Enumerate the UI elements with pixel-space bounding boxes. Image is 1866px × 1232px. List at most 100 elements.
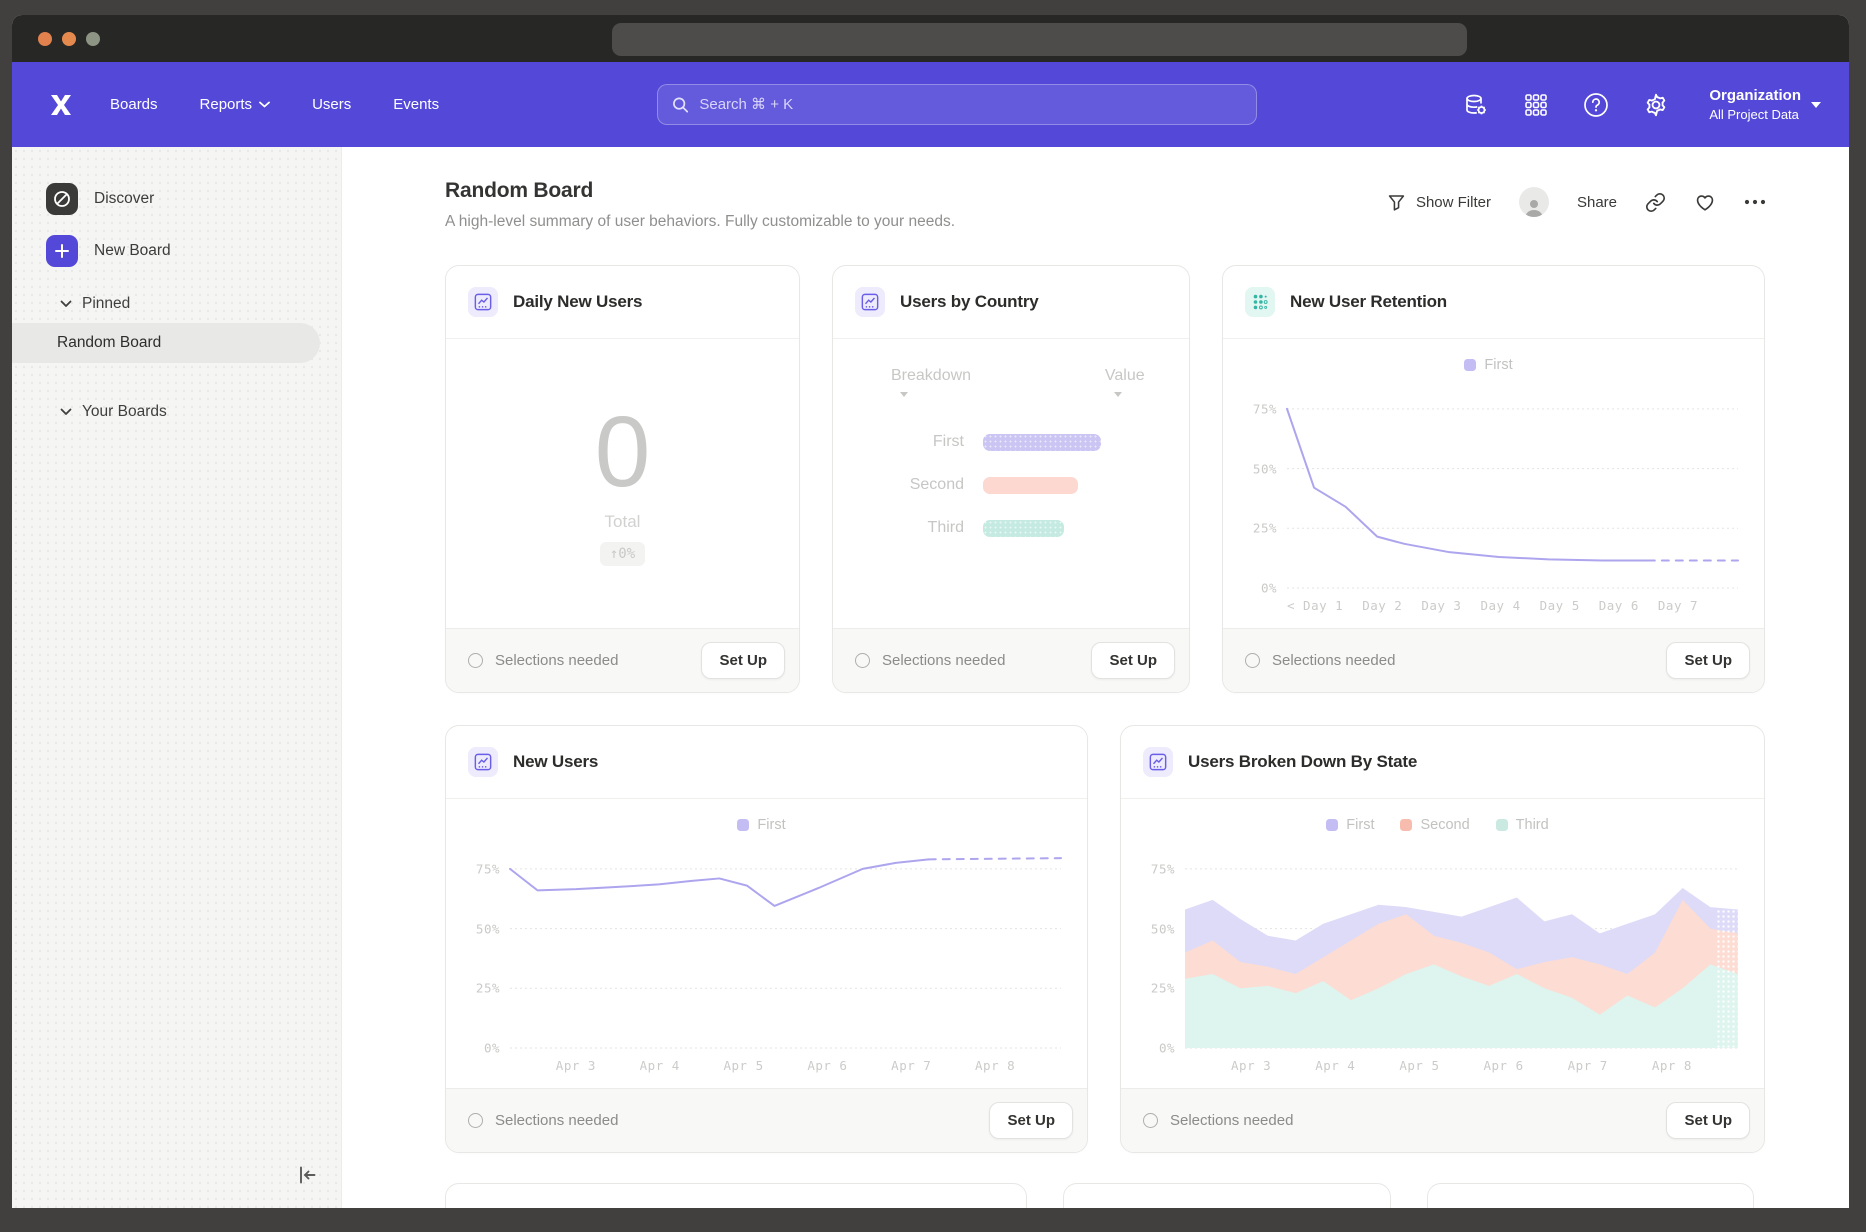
- set-up-button[interactable]: Set Up: [701, 642, 785, 679]
- settings-gear-icon[interactable]: [1643, 92, 1669, 118]
- y-tick-label: 25%: [1151, 981, 1175, 996]
- x-tick-label: Apr 8: [1630, 1058, 1714, 1073]
- legend-label: First: [1346, 817, 1374, 833]
- x-tick-label: Day 3: [1421, 598, 1461, 613]
- card-new-users: New Users First 75%50%25%0% Apr 3Apr 4Ap…: [445, 725, 1088, 1153]
- new-users-chart: First 75%50%25%0% Apr 3Apr 4Apr 5Apr 6Ap…: [446, 799, 1087, 1088]
- metric-label: Total: [605, 512, 641, 532]
- nav-item-boards[interactable]: Boards: [110, 96, 158, 113]
- chart-plot: [510, 845, 1061, 1048]
- card-title: New User Retention: [1290, 292, 1447, 312]
- card-users-by-state: Users Broken Down By State FirstSecondTh…: [1120, 725, 1765, 1153]
- board-main: Random Board A high-level summary of use…: [342, 147, 1849, 1208]
- search-bar[interactable]: [657, 84, 1257, 125]
- y-tick-label: 0%: [484, 1041, 500, 1056]
- legend-swatch: [1496, 819, 1508, 831]
- card-daily-new-users: Daily New Users 0 Total ↑0% Selections n…: [445, 265, 800, 693]
- address-bar[interactable]: [612, 23, 1467, 56]
- line-chart-icon: [1143, 747, 1173, 777]
- set-up-button[interactable]: Set Up: [1666, 1102, 1750, 1139]
- x-tick-label: Apr 5: [1377, 1058, 1461, 1073]
- card-new-user-retention: New User Retention First 75%50%25%0% < D…: [1222, 265, 1765, 693]
- value-dropdown[interactable]: Value: [1105, 367, 1161, 403]
- traffic-light-close[interactable]: [38, 32, 52, 46]
- x-tick-label: < Day 1: [1287, 598, 1343, 613]
- sidebar-item-label: New Board: [94, 242, 171, 260]
- nav-item-events[interactable]: Events: [393, 96, 439, 113]
- sidebar-section-pinned[interactable]: Pinned: [12, 285, 341, 323]
- status-empty-icon: [468, 1113, 483, 1128]
- status-empty-icon: [1245, 653, 1260, 668]
- projection-dotted-overlay: [1716, 904, 1738, 1048]
- y-tick-label: 25%: [476, 981, 500, 996]
- chart-plot: [1185, 845, 1738, 1048]
- x-tick-label: Day 5: [1540, 598, 1580, 613]
- chevron-down-icon: [900, 392, 908, 401]
- x-tick-label: Apr 7: [1546, 1058, 1630, 1073]
- card-insights-report: Insights Report: [1063, 1183, 1391, 1208]
- show-filter-button[interactable]: Show Filter: [1387, 193, 1491, 212]
- chevron-down-icon: [1114, 392, 1122, 401]
- traffic-light-minimize[interactable]: [62, 32, 76, 46]
- card-active-users: Active Users: [1427, 1183, 1754, 1208]
- y-tick-label: 75%: [1151, 861, 1175, 876]
- y-axis-labels: 75%50%25%0%: [1137, 845, 1185, 1048]
- favorite-heart-icon[interactable]: [1694, 192, 1716, 213]
- retention-chart: First 75%50%25%0% < Day 1Day 2Day 3Day 4…: [1223, 339, 1764, 628]
- by-state-chart: FirstSecondThird 75%50%25%0% Apr 3Apr 4A…: [1121, 799, 1764, 1088]
- org-switcher[interactable]: Organization All Project Data: [1709, 87, 1821, 122]
- set-up-button[interactable]: Set Up: [989, 1102, 1073, 1139]
- legend-swatch: [1400, 819, 1412, 831]
- sidebar-item-discover[interactable]: Discover: [12, 173, 341, 225]
- search-icon: [672, 96, 689, 114]
- nav-item-reports[interactable]: Reports: [200, 96, 271, 113]
- y-tick-label: 0%: [1159, 1041, 1175, 1056]
- copy-link-icon[interactable]: [1645, 192, 1666, 213]
- top-nav: Boards Reports Users Events: [12, 62, 1849, 147]
- mixpanel-logo[interactable]: [46, 90, 80, 120]
- metric-delta-badge: ↑0%: [600, 542, 645, 566]
- bar-second: [983, 477, 1078, 494]
- nav-item-users[interactable]: Users: [312, 96, 351, 113]
- more-options-icon[interactable]: [1744, 199, 1766, 205]
- avatar[interactable]: [1519, 187, 1549, 217]
- legend-swatch: [1326, 819, 1338, 831]
- chart-legend: First: [462, 807, 1061, 835]
- sidebar-section-your-boards[interactable]: Your Boards: [12, 393, 341, 431]
- x-tick-label: Apr 3: [1209, 1058, 1293, 1073]
- page-subtitle: A high-level summary of user behaviors. …: [445, 213, 955, 231]
- sidebar: Discover New Board Pinned Random Board: [12, 147, 342, 1208]
- bar-label: Second: [833, 476, 983, 494]
- line-chart-icon: [855, 287, 885, 317]
- sidebar-item-label: Discover: [94, 190, 154, 208]
- data-management-icon[interactable]: [1463, 92, 1489, 118]
- y-tick-label: 50%: [1151, 921, 1175, 936]
- card-users-by-country: Users by Country Breakdown Value FirstSe…: [832, 265, 1190, 693]
- legend-swatch: [737, 819, 749, 831]
- page-title: Random Board: [445, 179, 955, 203]
- section-label: Pinned: [82, 295, 130, 313]
- search-input[interactable]: [699, 96, 1242, 113]
- status-text: Selections needed: [495, 1112, 977, 1129]
- apps-grid-icon[interactable]: [1523, 92, 1549, 118]
- share-button[interactable]: Share: [1577, 194, 1617, 211]
- legend-label: First: [1484, 357, 1512, 373]
- legend-label: First: [757, 817, 785, 833]
- chevron-down-icon: [259, 101, 270, 108]
- breakdown-dropdown[interactable]: Breakdown: [891, 367, 987, 403]
- x-tick-label: Apr 5: [702, 1058, 786, 1073]
- x-tick-label: Apr 4: [1293, 1058, 1377, 1073]
- set-up-button[interactable]: Set Up: [1091, 642, 1175, 679]
- status-empty-icon: [855, 653, 870, 668]
- y-tick-label: 50%: [476, 921, 500, 936]
- help-icon[interactable]: [1583, 92, 1609, 118]
- y-axis-labels: 75%50%25%0%: [462, 845, 510, 1048]
- set-up-button[interactable]: Set Up: [1666, 642, 1750, 679]
- sidebar-item-new-board[interactable]: New Board: [12, 225, 341, 277]
- country-bar-row: First: [833, 433, 1161, 451]
- org-project: All Project Data: [1709, 107, 1801, 122]
- sidebar-item-random-board[interactable]: Random Board: [12, 323, 320, 363]
- collapse-sidebar-icon[interactable]: [295, 1163, 319, 1192]
- x-tick-label: Apr 7: [869, 1058, 953, 1073]
- traffic-light-zoom[interactable]: [86, 32, 100, 46]
